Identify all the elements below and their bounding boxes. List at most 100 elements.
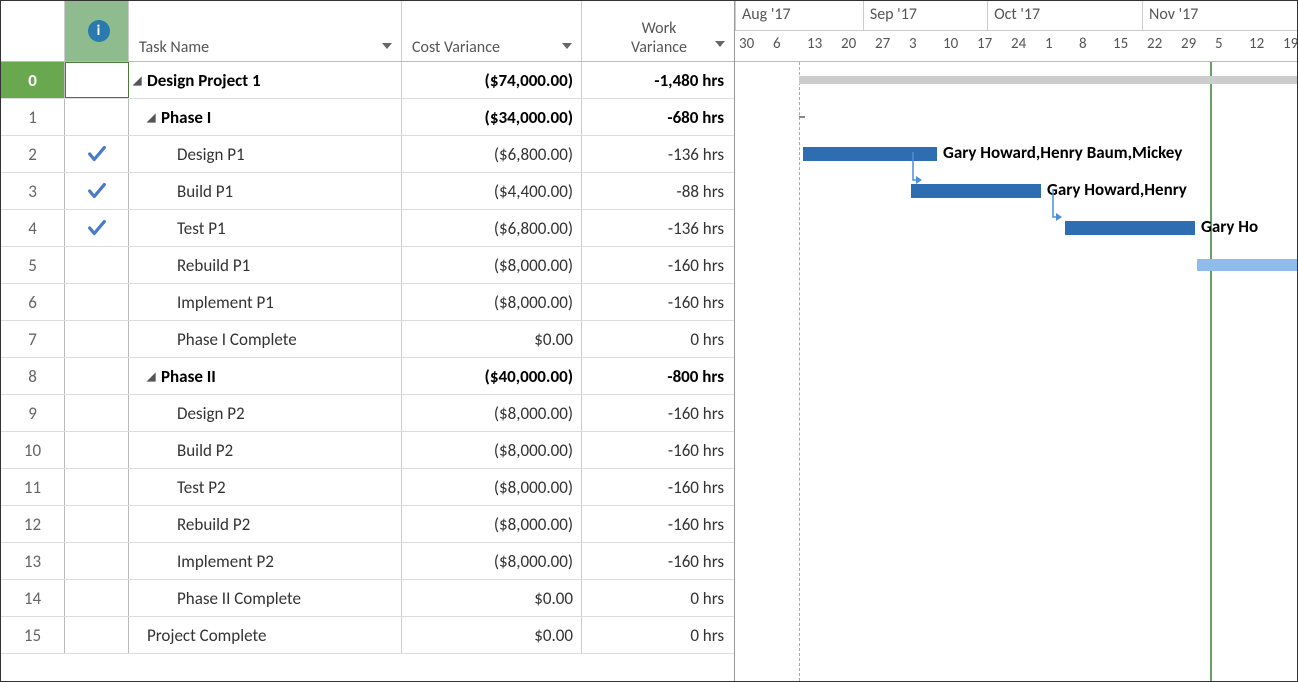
table-row[interactable]: 9 Design P2($8,000.00)-160 hrs: [1, 395, 734, 432]
table-row[interactable]: 12Rebuild P2($8,000.00)-160 hrs: [1, 506, 734, 543]
work-variance-cell[interactable]: -160 hrs: [582, 247, 732, 283]
table-row[interactable]: 10Build P2($8,000.00)-160 hrs: [1, 432, 734, 469]
work-variance-cell[interactable]: 0 hrs: [582, 321, 732, 357]
task-name-cell[interactable]: Build P1: [129, 173, 402, 209]
timeline-day[interactable]: 15: [1109, 31, 1143, 61]
rownum-cell[interactable]: 7: [1, 321, 65, 357]
header-work-variance[interactable]: Work Variance: [582, 1, 732, 61]
indicator-cell[interactable]: [65, 506, 129, 542]
timeline-day[interactable]: 10: [939, 31, 973, 61]
cost-variance-cell[interactable]: ($8,000.00): [402, 506, 582, 542]
cost-variance-cell[interactable]: ($6,800.00): [402, 210, 582, 246]
rownum-cell[interactable]: 12: [1, 506, 65, 542]
indicator-cell[interactable]: [65, 469, 129, 505]
gantt-row[interactable]: Gary Howard,Henry Baum,Mickey: [735, 136, 1297, 173]
gantt-summary-bar[interactable]: [799, 116, 805, 118]
gantt-row[interactable]: [735, 358, 1297, 395]
work-variance-cell[interactable]: 0 hrs: [582, 580, 732, 616]
header-rownum[interactable]: [1, 1, 65, 61]
gantt-row[interactable]: [735, 99, 1297, 136]
rownum-cell[interactable]: 15: [1, 617, 65, 653]
work-variance-cell[interactable]: -136 hrs: [582, 210, 732, 246]
table-row[interactable]: 5Rebuild P1($8,000.00)-160 hrs: [1, 247, 734, 284]
work-variance-cell[interactable]: -160 hrs: [582, 543, 732, 579]
rownum-cell[interactable]: 14: [1, 580, 65, 616]
task-name-cell[interactable]: Phase I Complete: [129, 321, 402, 357]
gantt-task-bar[interactable]: [911, 184, 1041, 198]
timeline-month[interactable]: Sep '17: [863, 1, 987, 30]
indicator-cell[interactable]: [65, 210, 129, 246]
dropdown-icon[interactable]: [561, 38, 575, 57]
cost-variance-cell[interactable]: ($4,400.00): [402, 173, 582, 209]
work-variance-cell[interactable]: -88 hrs: [582, 173, 732, 209]
task-name-cell[interactable]: Design P2: [129, 395, 402, 431]
rownum-cell[interactable]: 8: [1, 358, 65, 394]
rownum-cell[interactable]: 0: [1, 62, 65, 98]
gantt-row[interactable]: Gary Ho: [735, 210, 1297, 247]
task-name-cell[interactable]: Rebuild P1: [129, 247, 402, 283]
indicator-cell[interactable]: [65, 395, 129, 431]
cost-variance-cell[interactable]: ($8,000.00): [402, 432, 582, 468]
gantt-row[interactable]: [735, 617, 1297, 654]
work-variance-cell[interactable]: -1,480 hrs: [582, 62, 732, 98]
gantt-body[interactable]: Gary Howard,Henry Baum,MickeyGary Howard…: [735, 62, 1297, 681]
cost-variance-cell[interactable]: ($8,000.00): [402, 395, 582, 431]
indicator-cell[interactable]: [65, 99, 129, 135]
header-cost-variance[interactable]: Cost Variance: [402, 1, 582, 61]
indicator-cell[interactable]: [65, 543, 129, 579]
rownum-cell[interactable]: 6: [1, 284, 65, 320]
indicator-cell[interactable]: [65, 284, 129, 320]
timeline-day[interactable]: 27: [871, 31, 905, 61]
timeline-day[interactable]: 19: [1279, 31, 1297, 61]
timeline-day[interactable]: 20: [837, 31, 871, 61]
cost-variance-cell[interactable]: ($40,000.00): [402, 358, 582, 394]
table-row[interactable]: 7Phase I Complete$0.000 hrs: [1, 321, 734, 358]
cost-variance-cell[interactable]: ($34,000.00): [402, 99, 582, 135]
header-indicator[interactable]: i: [65, 1, 129, 61]
work-variance-cell[interactable]: -160 hrs: [582, 395, 732, 431]
gantt-task-bar[interactable]: [1065, 221, 1195, 235]
indicator-cell[interactable]: [65, 62, 129, 98]
task-name-cell[interactable]: ◢Phase II: [129, 358, 402, 394]
gantt-summary-bar[interactable]: [799, 76, 1297, 84]
timeline-day[interactable]: 12: [1245, 31, 1279, 61]
table-row[interactable]: 6Implement P1($8,000.00)-160 hrs: [1, 284, 734, 321]
work-variance-cell[interactable]: -160 hrs: [582, 432, 732, 468]
table-row[interactable]: 15Project Complete$0.000 hrs: [1, 617, 734, 654]
gantt-row[interactable]: [735, 506, 1297, 543]
timeline-day[interactable]: 29: [1177, 31, 1211, 61]
indicator-cell[interactable]: [65, 321, 129, 357]
timeline-day[interactable]: 8: [1075, 31, 1109, 61]
gantt-task-bar[interactable]: [1197, 259, 1297, 271]
rownum-cell[interactable]: 10: [1, 432, 65, 468]
table-row[interactable]: 1 ◢Phase I($34,000.00)-680 hrs: [1, 99, 734, 136]
work-variance-cell[interactable]: -160 hrs: [582, 284, 732, 320]
work-variance-cell[interactable]: 0 hrs: [582, 617, 732, 653]
rownum-cell[interactable]: 9: [1, 395, 65, 431]
header-task-name[interactable]: Task Name: [129, 1, 402, 61]
timeline-day[interactable]: 24: [1007, 31, 1041, 61]
task-name-cell[interactable]: ◢Phase I: [129, 99, 402, 135]
rownum-cell[interactable]: 4: [1, 210, 65, 246]
gantt-row[interactable]: [735, 62, 1297, 99]
timeline-day[interactable]: 5: [1211, 31, 1245, 61]
gantt-row[interactable]: [735, 469, 1297, 506]
gantt-row[interactable]: [735, 432, 1297, 469]
rownum-cell[interactable]: 3: [1, 173, 65, 209]
indicator-cell[interactable]: [65, 358, 129, 394]
dropdown-icon[interactable]: [381, 38, 395, 57]
timeline-day[interactable]: 3: [905, 31, 939, 61]
cost-variance-cell[interactable]: ($8,000.00): [402, 469, 582, 505]
task-name-cell[interactable]: Project Complete: [129, 617, 402, 653]
work-variance-cell[interactable]: -680 hrs: [582, 99, 732, 135]
table-row[interactable]: 2Design P1($6,800.00)-136 hrs: [1, 136, 734, 173]
gantt-row[interactable]: [735, 247, 1297, 284]
task-name-cell[interactable]: Test P1: [129, 210, 402, 246]
timeline-month[interactable]: Aug '17: [735, 1, 863, 30]
gantt-row[interactable]: [735, 543, 1297, 580]
rownum-cell[interactable]: 1: [1, 99, 65, 135]
gantt-row[interactable]: [735, 284, 1297, 321]
task-name-cell[interactable]: Implement P2: [129, 543, 402, 579]
indicator-cell[interactable]: [65, 617, 129, 653]
gantt-row[interactable]: Gary Howard,Henry: [735, 173, 1297, 210]
